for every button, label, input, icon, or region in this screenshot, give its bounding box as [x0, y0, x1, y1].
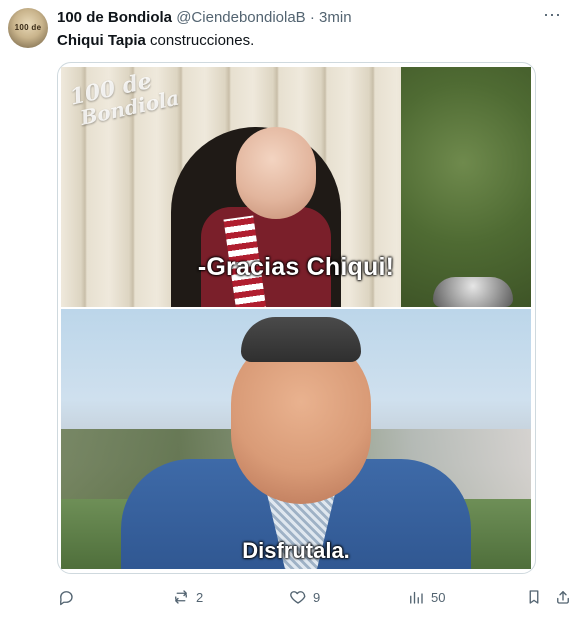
retweet-count: 2 — [196, 589, 204, 605]
share-icon — [554, 588, 572, 606]
hair — [241, 317, 361, 362]
subtitle-bottom: Disfrutala. — [242, 538, 350, 563]
bookmark-icon — [525, 588, 543, 606]
handle[interactable]: @CiendebondiolaB — [176, 9, 306, 26]
views-icon — [407, 588, 425, 606]
tweet-header: 100 de Bondiola @CiendebondiolaB · 3min — [57, 9, 352, 29]
subtitle-top: -Gracias Chiqui! — [197, 253, 395, 281]
reply-icon — [57, 588, 75, 606]
dot-separator: · — [309, 9, 315, 26]
media-image-top[interactable]: 100 de Bondiola -Gracias Chiqui! — [61, 67, 531, 307]
tweet-media[interactable]: 100 de Bondiola -Gracias Chiqui! Disfrut… — [57, 62, 536, 574]
heart-icon — [289, 588, 307, 606]
tweet-text-bold: Chiqui Tapia — [57, 32, 146, 49]
avatar-text: 100 de — [14, 23, 42, 32]
man-smiling — [116, 309, 476, 569]
tweet-text: Chiqui Tapia construcciones. — [57, 32, 254, 49]
media-image-bottom[interactable]: Disfrutala. — [61, 309, 531, 569]
timestamp[interactable]: 3min — [319, 9, 352, 26]
like-count: 9 — [313, 589, 321, 605]
more-options-button[interactable]: ⋯ — [542, 5, 562, 28]
reply-button[interactable] — [57, 585, 75, 609]
retweet-button[interactable]: 2 — [172, 585, 203, 609]
tweet-actions: 2 9 50 — [57, 585, 572, 609]
bookmark-button[interactable] — [525, 585, 543, 609]
more-icon: ⋯ — [543, 5, 561, 25]
retweet-icon — [172, 588, 190, 606]
share-button[interactable] — [554, 585, 572, 609]
tweet[interactable]: 100 de 100 de Bondiola @CiendebondiolaB … — [0, 0, 578, 620]
display-name[interactable]: 100 de Bondiola — [57, 9, 172, 26]
head — [236, 127, 316, 219]
tweet-text-rest: construcciones. — [145, 32, 255, 49]
avatar[interactable]: 100 de — [8, 8, 48, 48]
views-count: 50 — [431, 589, 446, 605]
like-button[interactable]: 9 — [289, 585, 320, 609]
views-button[interactable]: 50 — [407, 585, 445, 609]
